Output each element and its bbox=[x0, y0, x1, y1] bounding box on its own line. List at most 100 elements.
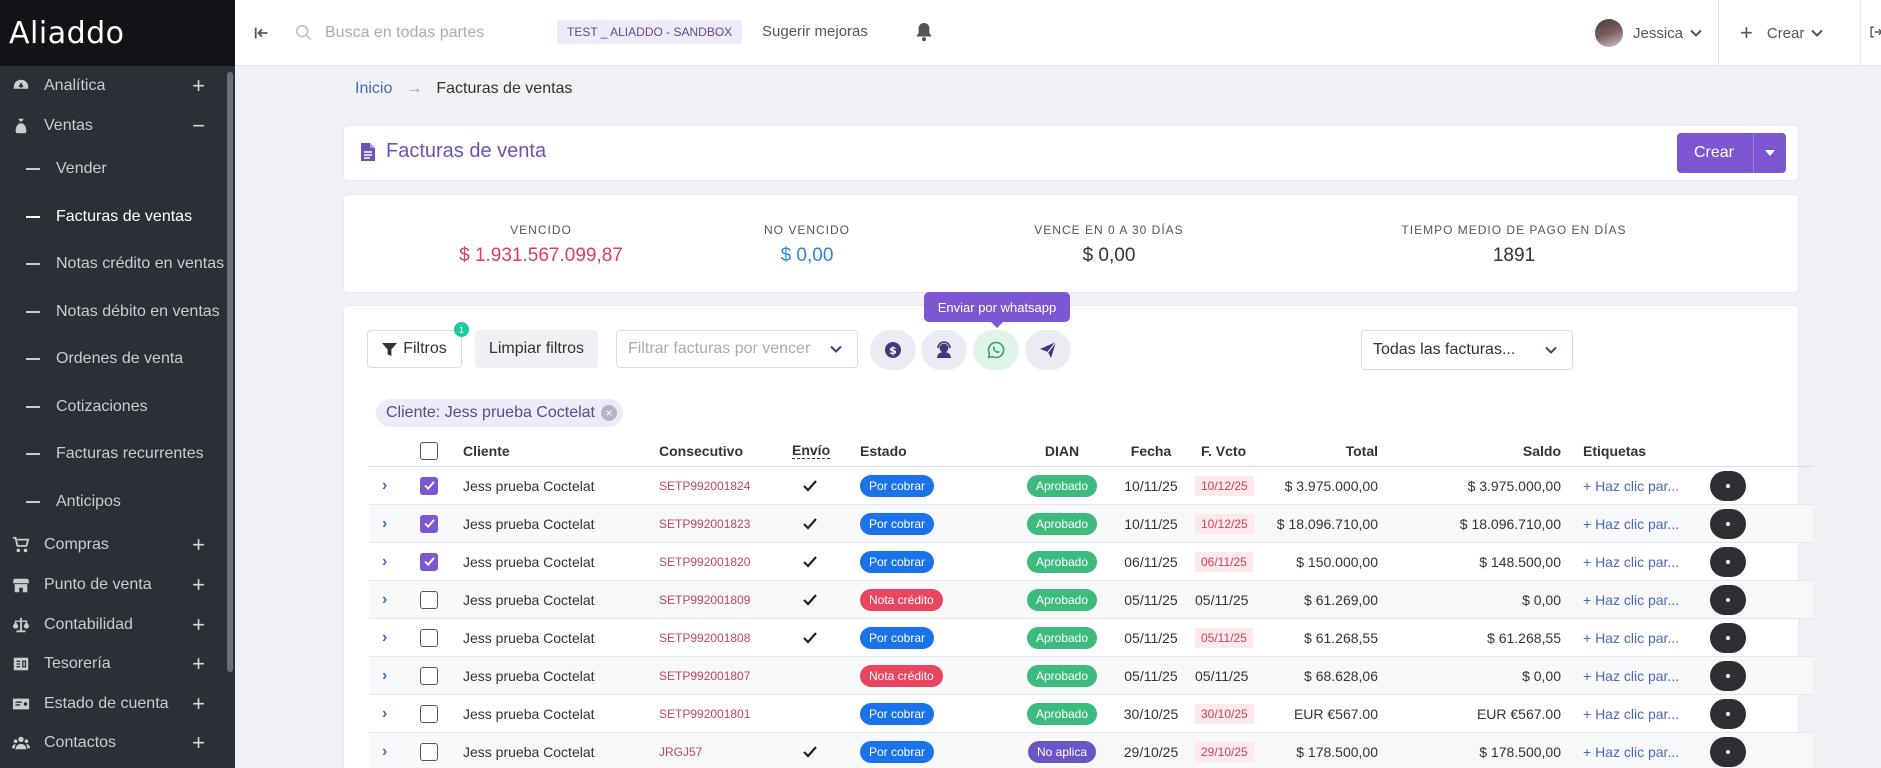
table-row[interactable]: › Jess prueba Coctelat SETP992001820 Por co… bbox=[369, 543, 1813, 581]
invoice-scope-select[interactable]: Todas las facturas... bbox=[1361, 330, 1573, 370]
row-checkbox[interactable] bbox=[420, 581, 438, 618]
bell-icon[interactable] bbox=[915, 20, 937, 44]
create-menu[interactable]: + Crear bbox=[1740, 18, 1824, 48]
checkbox[interactable] bbox=[420, 552, 438, 571]
header-total[interactable]: Total bbox=[1289, 435, 1378, 466]
table-row[interactable]: › Jess prueba Coctelat SETP992001801 Por co… bbox=[369, 695, 1813, 733]
add-tag-link[interactable]: + Haz clic par... bbox=[1583, 478, 1679, 494]
sidebar-subitem-notas-credito-en-ventas[interactable]: Notas crédito en ventas bbox=[0, 250, 225, 278]
expand-row-icon[interactable]: › bbox=[382, 619, 387, 656]
expand-icon[interactable]: + bbox=[192, 532, 205, 558]
expand-row-icon[interactable]: › bbox=[382, 581, 387, 618]
sidebar-subitem-facturas-recurrentes[interactable]: Facturas recurrentes bbox=[0, 440, 225, 468]
cell-consecutivo[interactable]: SETP992001820 bbox=[659, 543, 750, 580]
header-cliente[interactable]: Cliente bbox=[463, 435, 510, 466]
add-tag-link[interactable]: + Haz clic par... bbox=[1583, 554, 1679, 570]
sidebar-item-compras[interactable]: Compras + bbox=[0, 531, 225, 559]
cell-consecutivo[interactable]: SETP992001823 bbox=[659, 505, 750, 542]
cell-consecutivo[interactable]: SETP992001809 bbox=[659, 581, 750, 618]
more-actions-icon[interactable] bbox=[1710, 508, 1746, 539]
table-row[interactable]: › Jess prueba Coctelat JRGJ57 Por cobrar No … bbox=[369, 733, 1813, 768]
checkbox[interactable] bbox=[420, 628, 438, 647]
send-button[interactable] bbox=[1025, 330, 1071, 370]
create-invoice-button[interactable]: Crear bbox=[1677, 133, 1786, 173]
invoice-number-link[interactable]: SETP992001809 bbox=[659, 593, 750, 607]
cell-consecutivo[interactable]: SETP992001807 bbox=[659, 657, 750, 694]
sidebar-subitem-notas-debito-en-ventas[interactable]: Notas débito en ventas bbox=[0, 298, 225, 326]
sidebar-item-contabilidad[interactable]: Contabilidad + bbox=[0, 611, 225, 639]
caret-down-icon[interactable] bbox=[1754, 150, 1786, 156]
cell-etiquetas[interactable]: + Haz clic par... bbox=[1583, 467, 1679, 504]
search-input[interactable] bbox=[325, 24, 505, 42]
suggest-improvements-link[interactable]: Sugerir mejoras bbox=[762, 23, 868, 40]
add-tag-link[interactable]: + Haz clic par... bbox=[1583, 668, 1679, 684]
invoice-number-link[interactable]: SETP992001820 bbox=[659, 555, 750, 569]
global-search[interactable] bbox=[295, 18, 505, 48]
cell-etiquetas[interactable]: + Haz clic par... bbox=[1583, 657, 1679, 694]
header-estado[interactable]: Estado bbox=[860, 435, 907, 466]
checkbox[interactable] bbox=[420, 476, 438, 495]
sidebar-subitem-cotizaciones[interactable]: Cotizaciones bbox=[0, 393, 225, 421]
table-row[interactable]: › Jess prueba Coctelat SETP992001824 Por co… bbox=[369, 467, 1813, 505]
cell-etiquetas[interactable]: + Haz clic par... bbox=[1583, 619, 1679, 656]
collapse-icon[interactable]: − bbox=[192, 113, 205, 139]
user-menu[interactable]: Jessica bbox=[1595, 17, 1703, 49]
expand-row-icon[interactable]: › bbox=[382, 505, 387, 542]
sidebar-subitem-ordenes-de-venta[interactable]: Ordenes de venta bbox=[0, 345, 225, 373]
header-vcto[interactable]: F. Vcto bbox=[1201, 435, 1246, 466]
row-checkbox[interactable] bbox=[420, 695, 438, 732]
more-actions-icon[interactable] bbox=[1710, 622, 1746, 653]
invoice-number-link[interactable]: SETP992001808 bbox=[659, 631, 750, 645]
sidebar-subitem-vender[interactable]: Vender bbox=[0, 155, 225, 183]
invoice-number-link[interactable]: SETP992001801 bbox=[659, 707, 750, 721]
expand-icon[interactable]: + bbox=[192, 73, 205, 99]
invoice-number-link[interactable]: SETP992001823 bbox=[659, 517, 750, 531]
cell-consecutivo[interactable]: JRGJ57 bbox=[659, 733, 702, 768]
filters-button[interactable]: Filtros bbox=[367, 330, 462, 368]
sidebar-item-tesoreria[interactable]: Tesorería + bbox=[0, 650, 225, 678]
more-actions-icon[interactable] bbox=[1710, 546, 1746, 577]
sidebar-subitem-anticipos[interactable]: Anticipos bbox=[0, 488, 225, 516]
sidebar-scrollbar[interactable] bbox=[227, 72, 233, 672]
header-dian[interactable]: DIAN bbox=[1024, 435, 1100, 466]
breadcrumb-home-link[interactable]: Inicio bbox=[355, 80, 392, 98]
table-row[interactable]: › Jess prueba Coctelat SETP992001807 Nota c… bbox=[369, 657, 1813, 695]
table-row[interactable]: › Jess prueba Coctelat SETP992001808 Por co… bbox=[369, 619, 1813, 657]
row-checkbox[interactable] bbox=[420, 619, 438, 656]
invoice-number-link[interactable]: SETP992001807 bbox=[659, 669, 750, 683]
app-logo[interactable]: Aliaddo bbox=[9, 16, 125, 51]
expand-row-icon[interactable]: › bbox=[382, 467, 387, 504]
expand-icon[interactable]: + bbox=[192, 651, 205, 677]
due-filter-select[interactable]: Filtrar facturas por vencer bbox=[616, 330, 858, 368]
cell-etiquetas[interactable]: + Haz clic par... bbox=[1583, 581, 1679, 618]
add-tag-link[interactable]: + Haz clic par... bbox=[1583, 516, 1679, 532]
cell-consecutivo[interactable]: SETP992001801 bbox=[659, 695, 750, 732]
whatsapp-button[interactable] bbox=[973, 330, 1019, 370]
row-checkbox[interactable] bbox=[420, 543, 438, 580]
cell-consecutivo[interactable]: SETP992001808 bbox=[659, 619, 750, 656]
header-fecha[interactable]: Fecha bbox=[1121, 435, 1181, 466]
add-tag-link[interactable]: + Haz clic par... bbox=[1583, 592, 1679, 608]
row-checkbox[interactable] bbox=[420, 657, 438, 694]
expand-icon[interactable]: + bbox=[192, 730, 205, 756]
select-all-checkbox[interactable] bbox=[420, 435, 438, 466]
clear-filters-button[interactable]: Limpiar filtros bbox=[475, 330, 598, 368]
more-actions-icon[interactable] bbox=[1710, 698, 1746, 729]
collapse-sidebar-icon[interactable] bbox=[253, 22, 275, 44]
row-checkbox[interactable] bbox=[420, 733, 438, 768]
sidebar-item-ventas[interactable]: Ventas − bbox=[0, 112, 225, 140]
sidebar-item-punto-de-venta[interactable]: Punto de venta + bbox=[0, 571, 225, 599]
checkbox[interactable] bbox=[420, 441, 438, 460]
expand-icon[interactable]: + bbox=[192, 612, 205, 638]
logout-icon[interactable] bbox=[1869, 22, 1881, 42]
more-actions-icon[interactable] bbox=[1710, 584, 1746, 615]
cell-etiquetas[interactable]: + Haz clic par... bbox=[1583, 695, 1679, 732]
cell-etiquetas[interactable]: + Haz clic par... bbox=[1583, 543, 1679, 580]
add-tag-link[interactable]: + Haz clic par... bbox=[1583, 744, 1679, 760]
header-saldo[interactable]: Saldo bbox=[1419, 435, 1561, 466]
sidebar-item-estado-de-cuenta[interactable]: Estado de cuenta + bbox=[0, 690, 225, 718]
cell-etiquetas[interactable]: + Haz clic par... bbox=[1583, 733, 1679, 768]
payment-button[interactable]: $ bbox=[870, 330, 916, 370]
expand-row-icon[interactable]: › bbox=[382, 695, 387, 732]
remove-filter-icon[interactable]: × bbox=[601, 405, 617, 421]
